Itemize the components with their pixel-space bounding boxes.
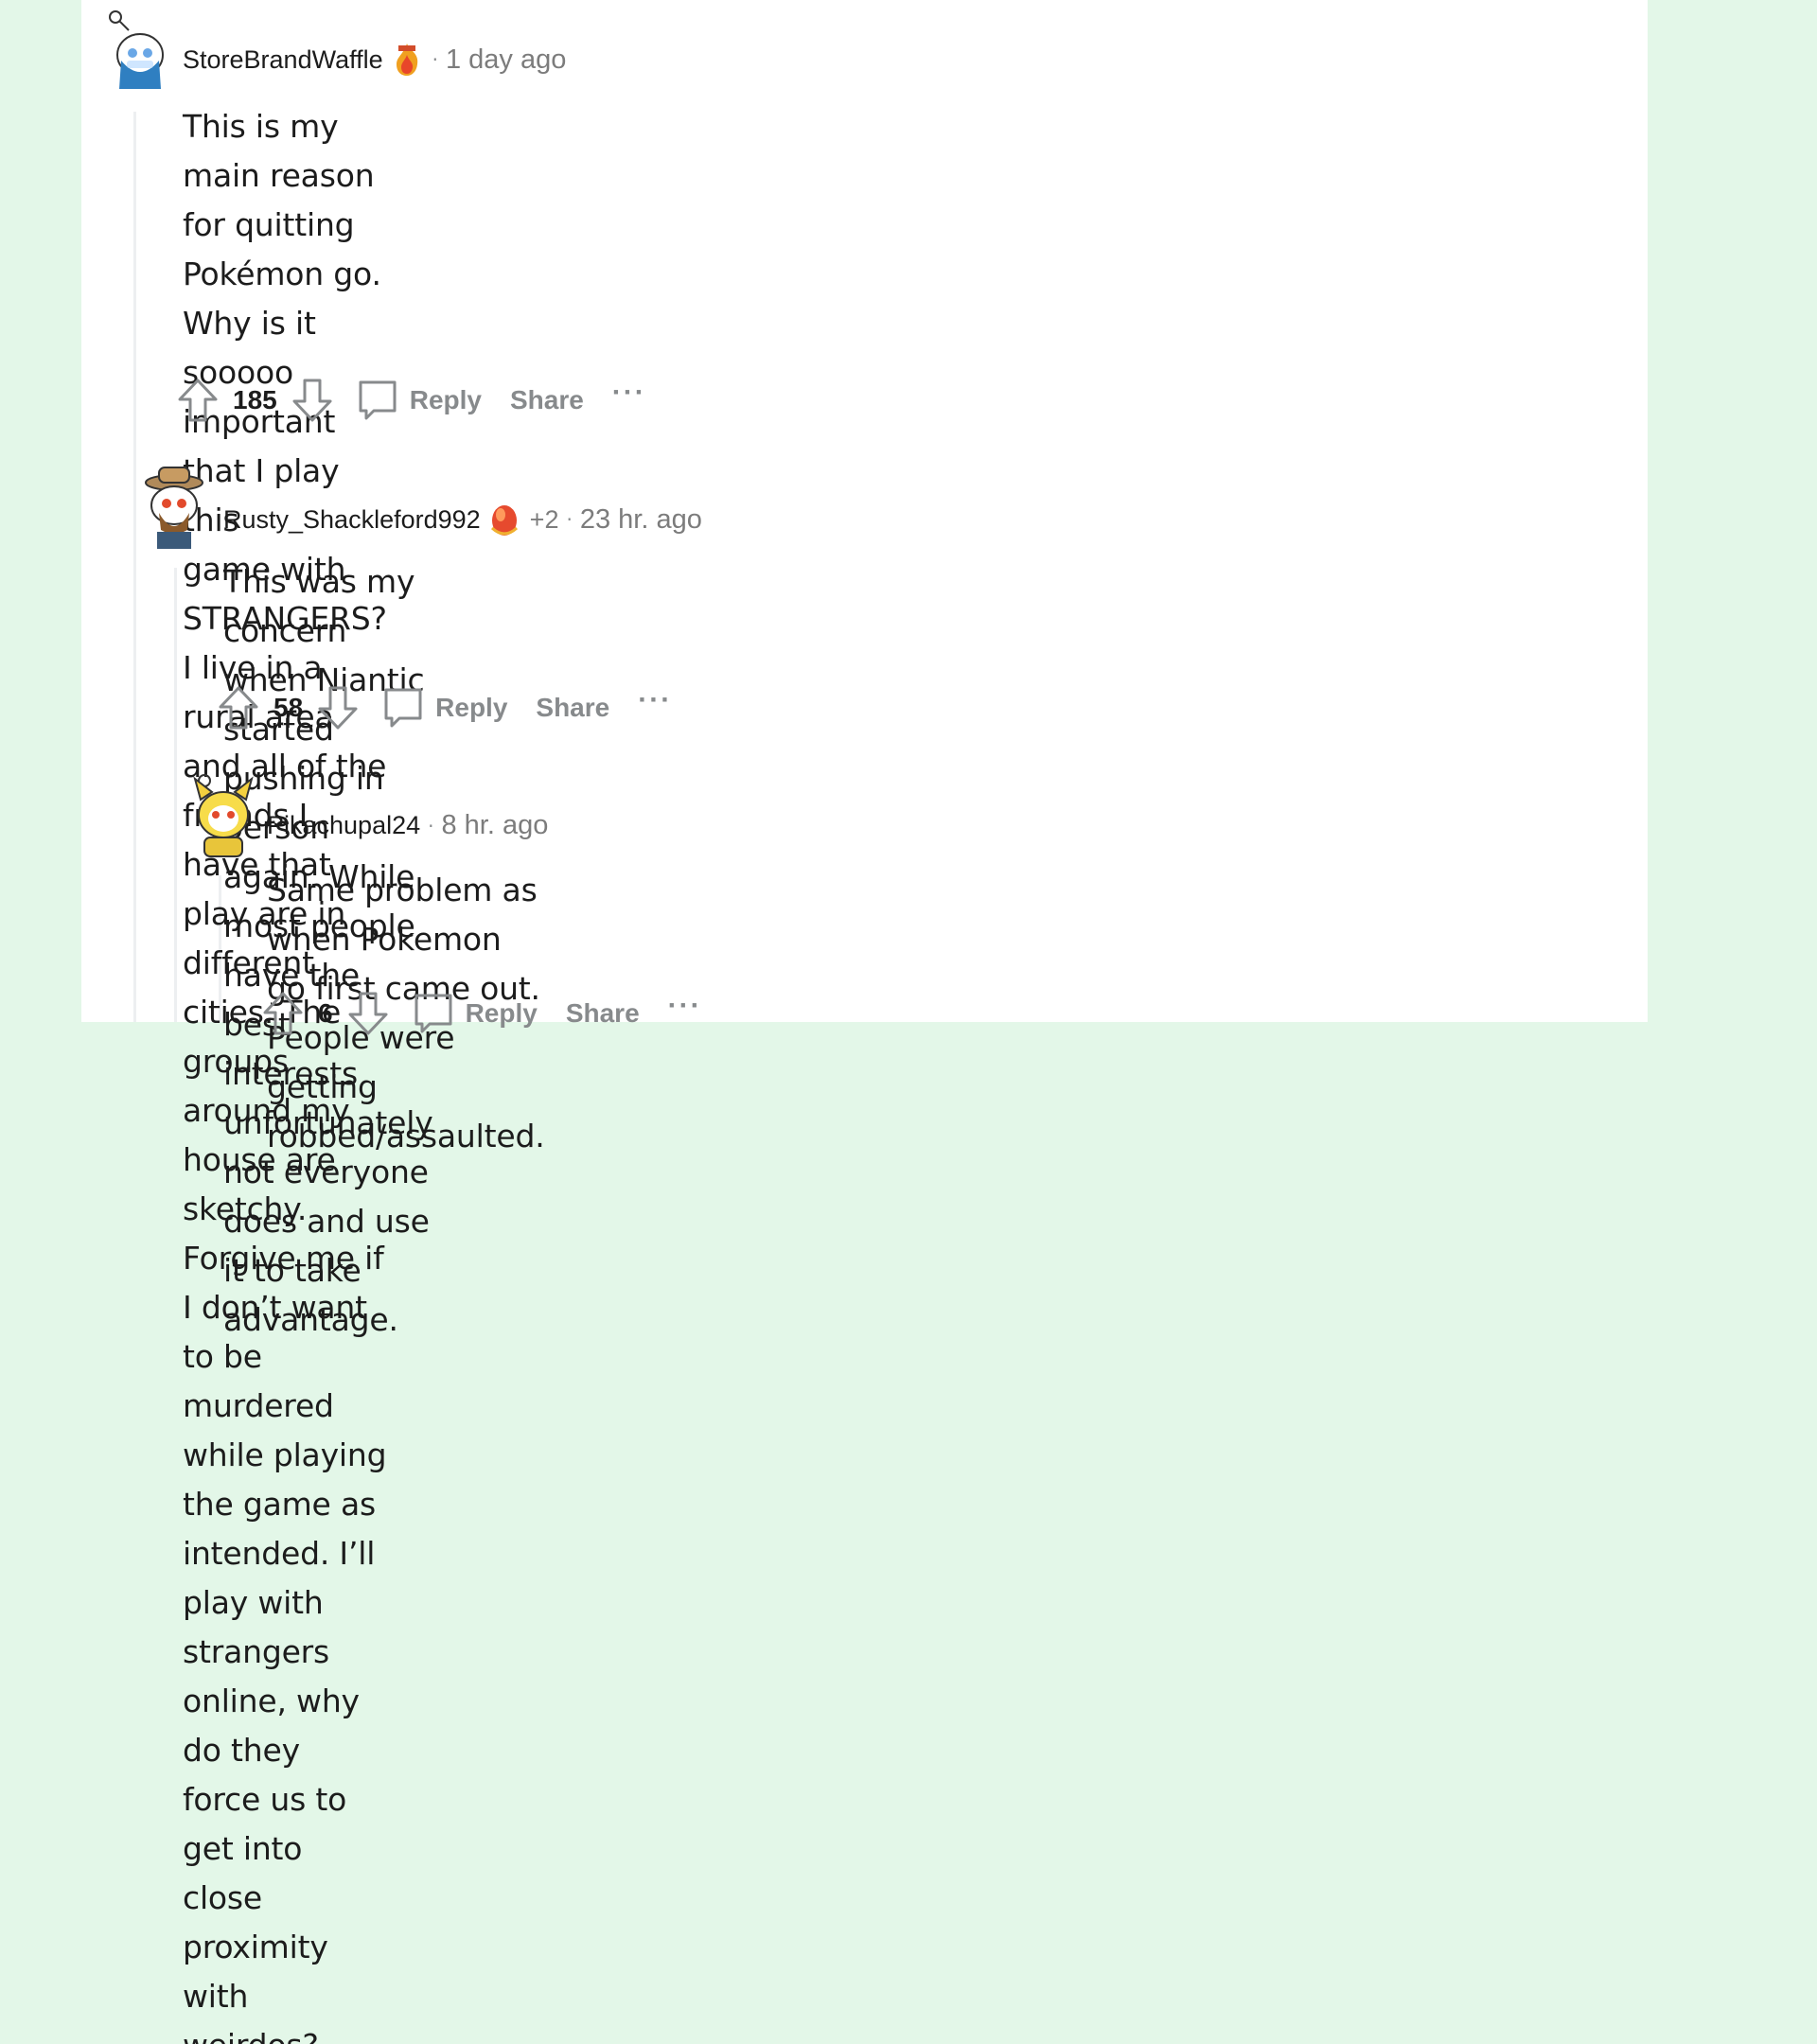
- separator-dot: ·: [566, 508, 573, 531]
- vote-score: 58: [273, 693, 304, 722]
- more-options-button[interactable]: ···: [612, 377, 646, 409]
- comment-author[interactable]: Rusty_Shackleford992: [223, 505, 481, 535]
- more-options-button[interactable]: ···: [638, 684, 672, 716]
- share-button[interactable]: Share: [536, 693, 609, 723]
- comment-panel: StoreBrandWaffle · 1 day ago This is my …: [81, 0, 1648, 2044]
- reply-button[interactable]: Reply: [380, 684, 507, 731]
- comment-bubble-icon: [355, 377, 400, 424]
- comment-bubble-icon: [411, 990, 456, 1037]
- upvote-icon[interactable]: [261, 990, 305, 1037]
- thread-line-level-1[interactable]: [133, 112, 136, 1022]
- more-options-button[interactable]: ···: [668, 990, 702, 1022]
- comment-timestamp[interactable]: 8 hr. ago: [441, 810, 548, 841]
- flair-extra-count[interactable]: +2: [530, 505, 559, 535]
- reply-label: Reply: [465, 998, 538, 1028]
- comment-body-line: This is my main reason for quitting Poké…: [183, 108, 381, 538]
- separator-dot: ·: [428, 814, 434, 837]
- downvote-icon[interactable]: [316, 684, 360, 731]
- comment-body-line: Same problem as when Pokemon go first ca…: [267, 872, 540, 1105]
- comment-author[interactable]: StoreBrandWaffle: [183, 45, 383, 75]
- reply-label: Reply: [409, 385, 482, 414]
- comment-body-line: robbed/assaulted.: [267, 1118, 545, 1154]
- pikachu-snoo-avatar-icon[interactable]: [191, 771, 256, 858]
- comment-timestamp[interactable]: 1 day ago: [446, 44, 566, 76]
- vote-score: 185: [233, 385, 277, 414]
- reply-button[interactable]: Reply: [355, 377, 482, 424]
- cowboy-snoo-avatar-icon[interactable]: [142, 464, 206, 551]
- comment-bubble-icon: [380, 684, 426, 731]
- comment-body-line: murdered while playing the game as inten…: [183, 1387, 387, 1769]
- upvote-icon[interactable]: [176, 377, 220, 424]
- separator-dot: ·: [432, 48, 438, 71]
- thread-line-level-2[interactable]: [174, 568, 177, 1022]
- vote-score: 6: [318, 998, 333, 1028]
- flame-flair-icon: [389, 42, 425, 78]
- share-button[interactable]: Share: [510, 385, 584, 415]
- downvote-icon[interactable]: [346, 990, 390, 1037]
- gem-flair-icon: [486, 502, 522, 537]
- upvote-icon[interactable]: [217, 684, 260, 731]
- reply-label: Reply: [435, 693, 508, 722]
- reply-button[interactable]: Reply: [411, 990, 538, 1037]
- comment-body-line: force us to get into close proximity wit…: [183, 1781, 347, 2044]
- share-button[interactable]: Share: [566, 998, 640, 1029]
- comment-timestamp[interactable]: 23 hr. ago: [580, 504, 702, 536]
- comment-author[interactable]: Pikachupal24: [267, 811, 420, 840]
- downvote-icon[interactable]: [291, 377, 334, 424]
- snoo-avatar-icon[interactable]: [102, 6, 167, 93]
